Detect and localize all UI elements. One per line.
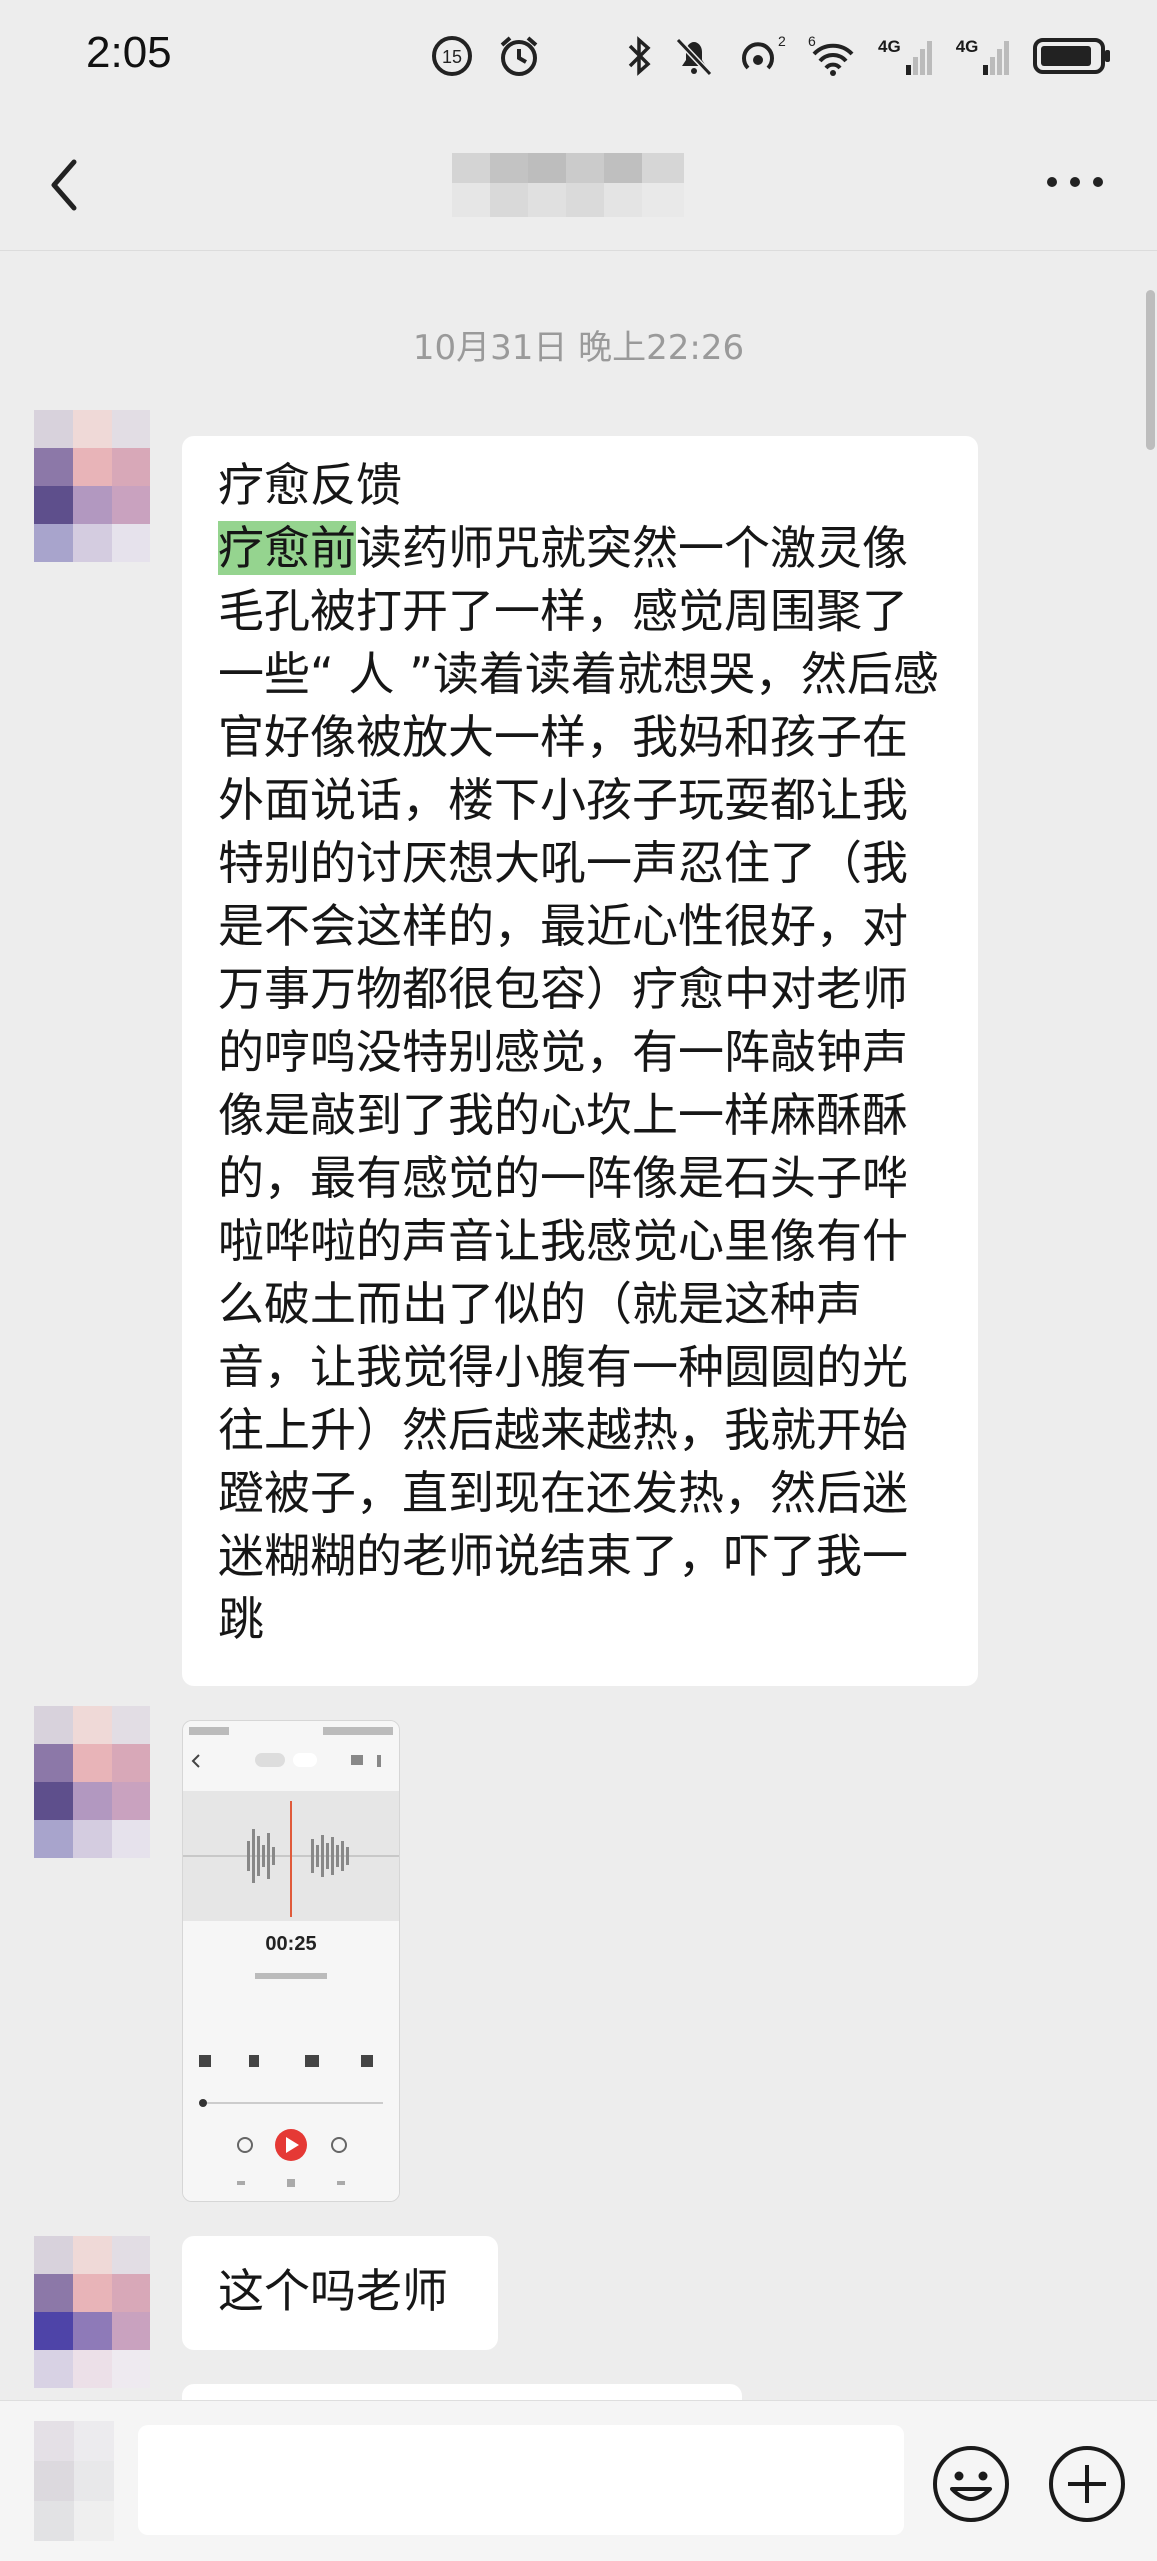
hd-call-icon: 15 [432,36,472,76]
chat-header [0,110,1157,251]
chat-title-blurred [452,153,684,217]
message-timestamp: 10月31日 晚上22:26 [412,328,745,368]
status-bar: 2:05 15 2 6 4G 4G [0,0,1157,110]
highlighted-text: 疗愈前 [218,521,356,575]
network-type-label: 4G [955,37,979,56]
status-time: 2:05 [86,28,172,77]
input-bar [0,2400,1157,2561]
image-message[interactable]: 00:25 [182,1720,400,2202]
message-bubble[interactable]: 这个吗老师 [182,2236,498,2350]
hotspot-icon: 2 [742,34,786,70]
message-input[interactable] [138,2425,904,2535]
wifi-icon: 6 [808,34,854,76]
alarm-icon [500,36,538,76]
recorder-screenshot-graphic [183,1721,399,2201]
signal-1: 4G [878,37,934,75]
voice-button-blurred[interactable] [34,2421,114,2541]
signal-bars-icon [983,41,1010,75]
signal-bars-icon [905,41,932,75]
back-arrow-icon[interactable] [40,150,100,220]
signal-2: 4G [956,37,1012,75]
avatar[interactable] [34,1706,150,1858]
svg-text:6: 6 [808,34,816,49]
scrollbar[interactable] [1146,290,1155,450]
emoji-icon[interactable] [930,2443,1012,2525]
message-body: 读药师咒就突然一个激灵像毛孔被打开了一样，感觉周围聚了一些“ 人 ”读着读着就想… [218,521,939,1646]
message-heading: 疗愈反馈 [218,458,402,512]
avatar[interactable] [34,410,150,562]
message-bubble[interactable]: 疗愈反馈疗愈前读药师咒就突然一个激灵像毛孔被打开了一样，感觉周围聚了一些“ 人 … [182,436,978,1686]
message-text: 疗愈反馈疗愈前读药师咒就突然一个激灵像毛孔被打开了一样，感觉周围聚了一些“ 人 … [218,454,948,1651]
bluetooth-icon [628,36,651,76]
message-text: 这个吗老师 [218,2264,448,2318]
more-dots-icon[interactable] [1040,162,1110,202]
svg-text:2: 2 [778,34,786,49]
svg-text:15: 15 [442,47,462,67]
plus-icon[interactable] [1046,2443,1128,2525]
avatar[interactable] [34,2236,150,2388]
network-type-label: 4G [878,37,901,56]
recorder-screenshot: 00:25 [183,1721,399,2201]
mute-icon [675,37,713,77]
battery-icon [1033,38,1111,74]
status-icons: 15 2 6 4G 4G [430,30,1113,82]
recorder-time: 00:25 [265,1933,317,1955]
